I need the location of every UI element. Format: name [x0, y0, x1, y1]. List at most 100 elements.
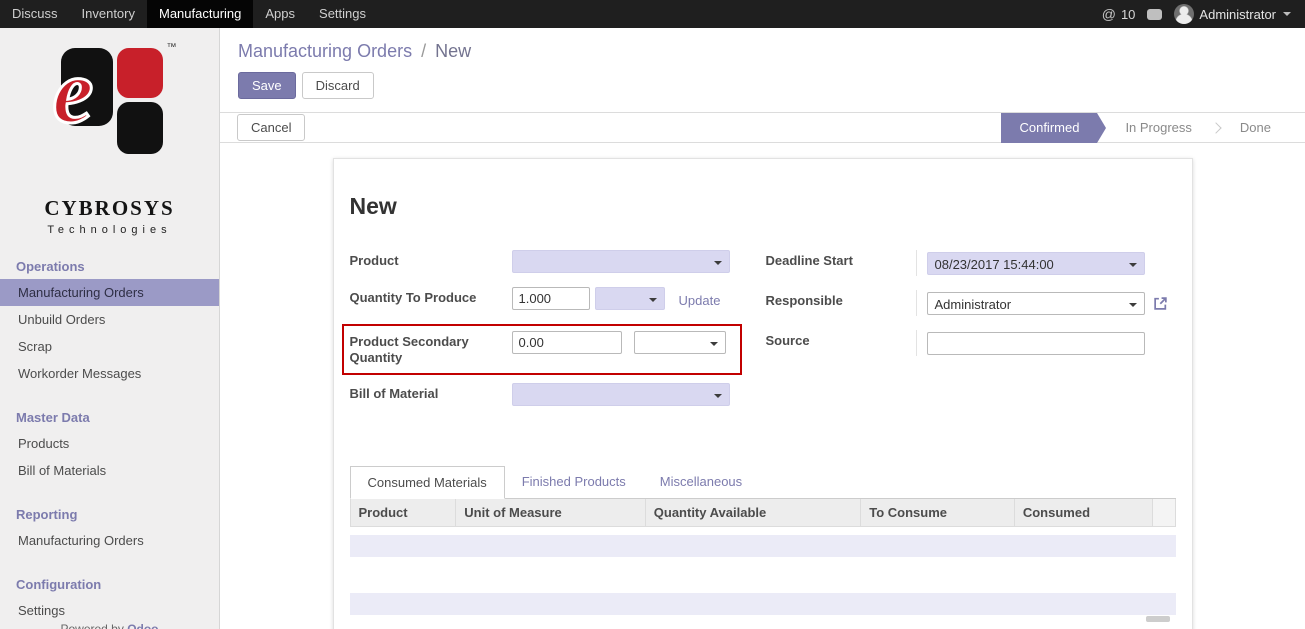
quantity-uom-select[interactable] — [595, 287, 665, 310]
sidebar-item-reporting-manufacturing-orders[interactable]: Manufacturing Orders — [0, 527, 219, 554]
col-unit-of-measure[interactable]: Unit of Measure — [456, 499, 646, 526]
breadcrumb-parent[interactable]: Manufacturing Orders — [238, 41, 412, 61]
sidebar-item-products[interactable]: Products — [0, 430, 219, 457]
messages-icon[interactable] — [1147, 9, 1162, 20]
activity-menu[interactable]: @ 10 — [1102, 6, 1136, 22]
chevron-down-icon — [714, 261, 722, 265]
chevron-down-icon — [714, 394, 722, 398]
activity-icon: @ — [1102, 6, 1116, 22]
sidebar-section-master-data: Master Data Products Bill of Materials — [0, 405, 219, 484]
chevron-down-icon — [710, 342, 718, 346]
product-secondary-quantity-label: Product Secondary Quantity — [350, 331, 512, 366]
responsible-value: Administrator — [935, 297, 1012, 312]
col-product[interactable]: Product — [351, 499, 457, 526]
responsible-select[interactable]: Administrator — [927, 292, 1145, 315]
powered-by: Powered by Odoo — [0, 622, 219, 629]
logo-shape-red — [117, 48, 163, 98]
field-row-product: Product — [350, 250, 766, 273]
sidebar-section-reporting: Reporting Manufacturing Orders — [0, 502, 219, 554]
sidebar-item-manufacturing-orders[interactable]: Manufacturing Orders — [0, 279, 219, 306]
responsible-label: Responsible — [766, 290, 916, 309]
col-quantity-available[interactable]: Quantity Available — [646, 499, 861, 526]
brand-tagline: Technologies — [0, 224, 219, 236]
menu-settings[interactable]: Settings — [307, 0, 378, 28]
status-confirmed[interactable]: Confirmed — [1001, 113, 1097, 143]
status-in-progress[interactable]: In Progress — [1107, 113, 1209, 143]
source-input[interactable] — [927, 332, 1145, 355]
avatar — [1174, 4, 1194, 24]
quantity-label: Quantity To Produce — [350, 287, 512, 306]
save-button[interactable]: Save — [238, 72, 296, 99]
tab-finished-products[interactable]: Finished Products — [505, 466, 643, 498]
powered-by-text: Powered by — [60, 622, 123, 629]
odoo-link[interactable]: Odoo — [127, 622, 158, 629]
product-secondary-quantity-input[interactable] — [512, 331, 622, 354]
section-title: Configuration — [0, 572, 219, 597]
product-label: Product — [350, 250, 512, 269]
field-row-deadline-start: Deadline Start 08/23/2017 15:44:00 — [766, 250, 1176, 276]
external-link-icon[interactable] — [1153, 296, 1168, 311]
tab-miscellaneous[interactable]: Miscellaneous — [643, 466, 759, 498]
discard-button[interactable]: Discard — [302, 72, 374, 99]
chevron-down-icon — [1129, 303, 1137, 307]
sidebar-item-settings[interactable]: Settings — [0, 597, 219, 624]
statusbar: Confirmed In Progress Done — [1001, 113, 1305, 143]
action-buttons: Save Discard — [220, 62, 1305, 99]
sidebar-item-bill-of-materials[interactable]: Bill of Materials — [0, 457, 219, 484]
form-grid: Product Quantity To Produce — [350, 250, 1176, 420]
menu-discuss[interactable]: Discuss — [0, 0, 70, 28]
breadcrumb-current: New — [435, 41, 471, 61]
logo-shape-black2 — [117, 102, 163, 154]
field-row-responsible: Responsible Administrator — [766, 290, 1176, 316]
sidebar-item-unbuild-orders[interactable]: Unbuild Orders — [0, 306, 219, 333]
section-title: Reporting — [0, 502, 219, 527]
bill-of-material-select[interactable] — [512, 383, 730, 406]
topbar-right: @ 10 Administrator — [1102, 0, 1305, 28]
empty-list-row[interactable] — [350, 535, 1176, 557]
table-header: Product Unit of Measure Quantity Availab… — [350, 499, 1176, 527]
empty-list-row[interactable] — [350, 593, 1176, 615]
deadline-start-select[interactable]: 08/23/2017 15:44:00 — [927, 252, 1145, 275]
col-filler — [1153, 499, 1175, 526]
field-row-product-secondary-quantity: Product Secondary Quantity — [342, 324, 742, 375]
menu-apps[interactable]: Apps — [253, 0, 307, 28]
sheet-area: New Product — [220, 143, 1305, 629]
sidebar-item-scrap[interactable]: Scrap — [0, 333, 219, 360]
form-sheet: New Product — [333, 158, 1193, 629]
breadcrumb: Manufacturing Orders / New — [220, 28, 1305, 62]
horizontal-scrollbar[interactable] — [1146, 616, 1170, 622]
section-title: Master Data — [0, 405, 219, 430]
update-link[interactable]: Update — [679, 290, 721, 308]
sidebar-item-workorder-messages[interactable]: Workorder Messages — [0, 360, 219, 387]
activity-count: 10 — [1121, 7, 1135, 22]
sidebar: e ™ CYBROSYS Technologies Operations Man… — [0, 28, 220, 629]
record-title: New — [350, 193, 1176, 220]
chevron-down-icon — [649, 298, 657, 302]
tab-consumed-materials[interactable]: Consumed Materials — [350, 466, 505, 499]
form-right-column: Deadline Start 08/23/2017 15:44:00 Respo… — [766, 250, 1176, 420]
user-name: Administrator — [1199, 7, 1276, 22]
field-row-bill-of-material: Bill of Material — [350, 383, 766, 406]
sidebar-section-operations: Operations Manufacturing Orders Unbuild … — [0, 254, 219, 387]
field-row-quantity: Quantity To Produce Update — [350, 287, 766, 310]
chevron-down-icon — [1129, 263, 1137, 267]
menu-inventory[interactable]: Inventory — [70, 0, 147, 28]
cancel-button[interactable]: Cancel — [237, 114, 305, 141]
deadline-start-value: 08/23/2017 15:44:00 — [935, 257, 1054, 272]
secondary-uom-select[interactable] — [634, 331, 726, 354]
col-to-consume[interactable]: To Consume — [861, 499, 1015, 526]
logo-e-glyph: e — [53, 36, 94, 146]
bill-of-material-label: Bill of Material — [350, 383, 512, 402]
section-title: Operations — [0, 254, 219, 279]
product-select[interactable] — [512, 250, 730, 273]
status-done[interactable]: Done — [1222, 113, 1289, 143]
brand-name: CYBROSYS — [0, 196, 219, 221]
field-row-source: Source — [766, 330, 1176, 356]
user-menu[interactable]: Administrator — [1174, 4, 1291, 24]
quantity-input[interactable] — [512, 287, 590, 310]
sidebar-section-configuration: Configuration Settings — [0, 572, 219, 624]
deadline-start-label: Deadline Start — [766, 250, 916, 269]
menu-manufacturing[interactable]: Manufacturing — [147, 0, 253, 28]
col-consumed[interactable]: Consumed — [1015, 499, 1153, 526]
form-header-bar: Cancel Confirmed In Progress Done — [220, 112, 1305, 143]
